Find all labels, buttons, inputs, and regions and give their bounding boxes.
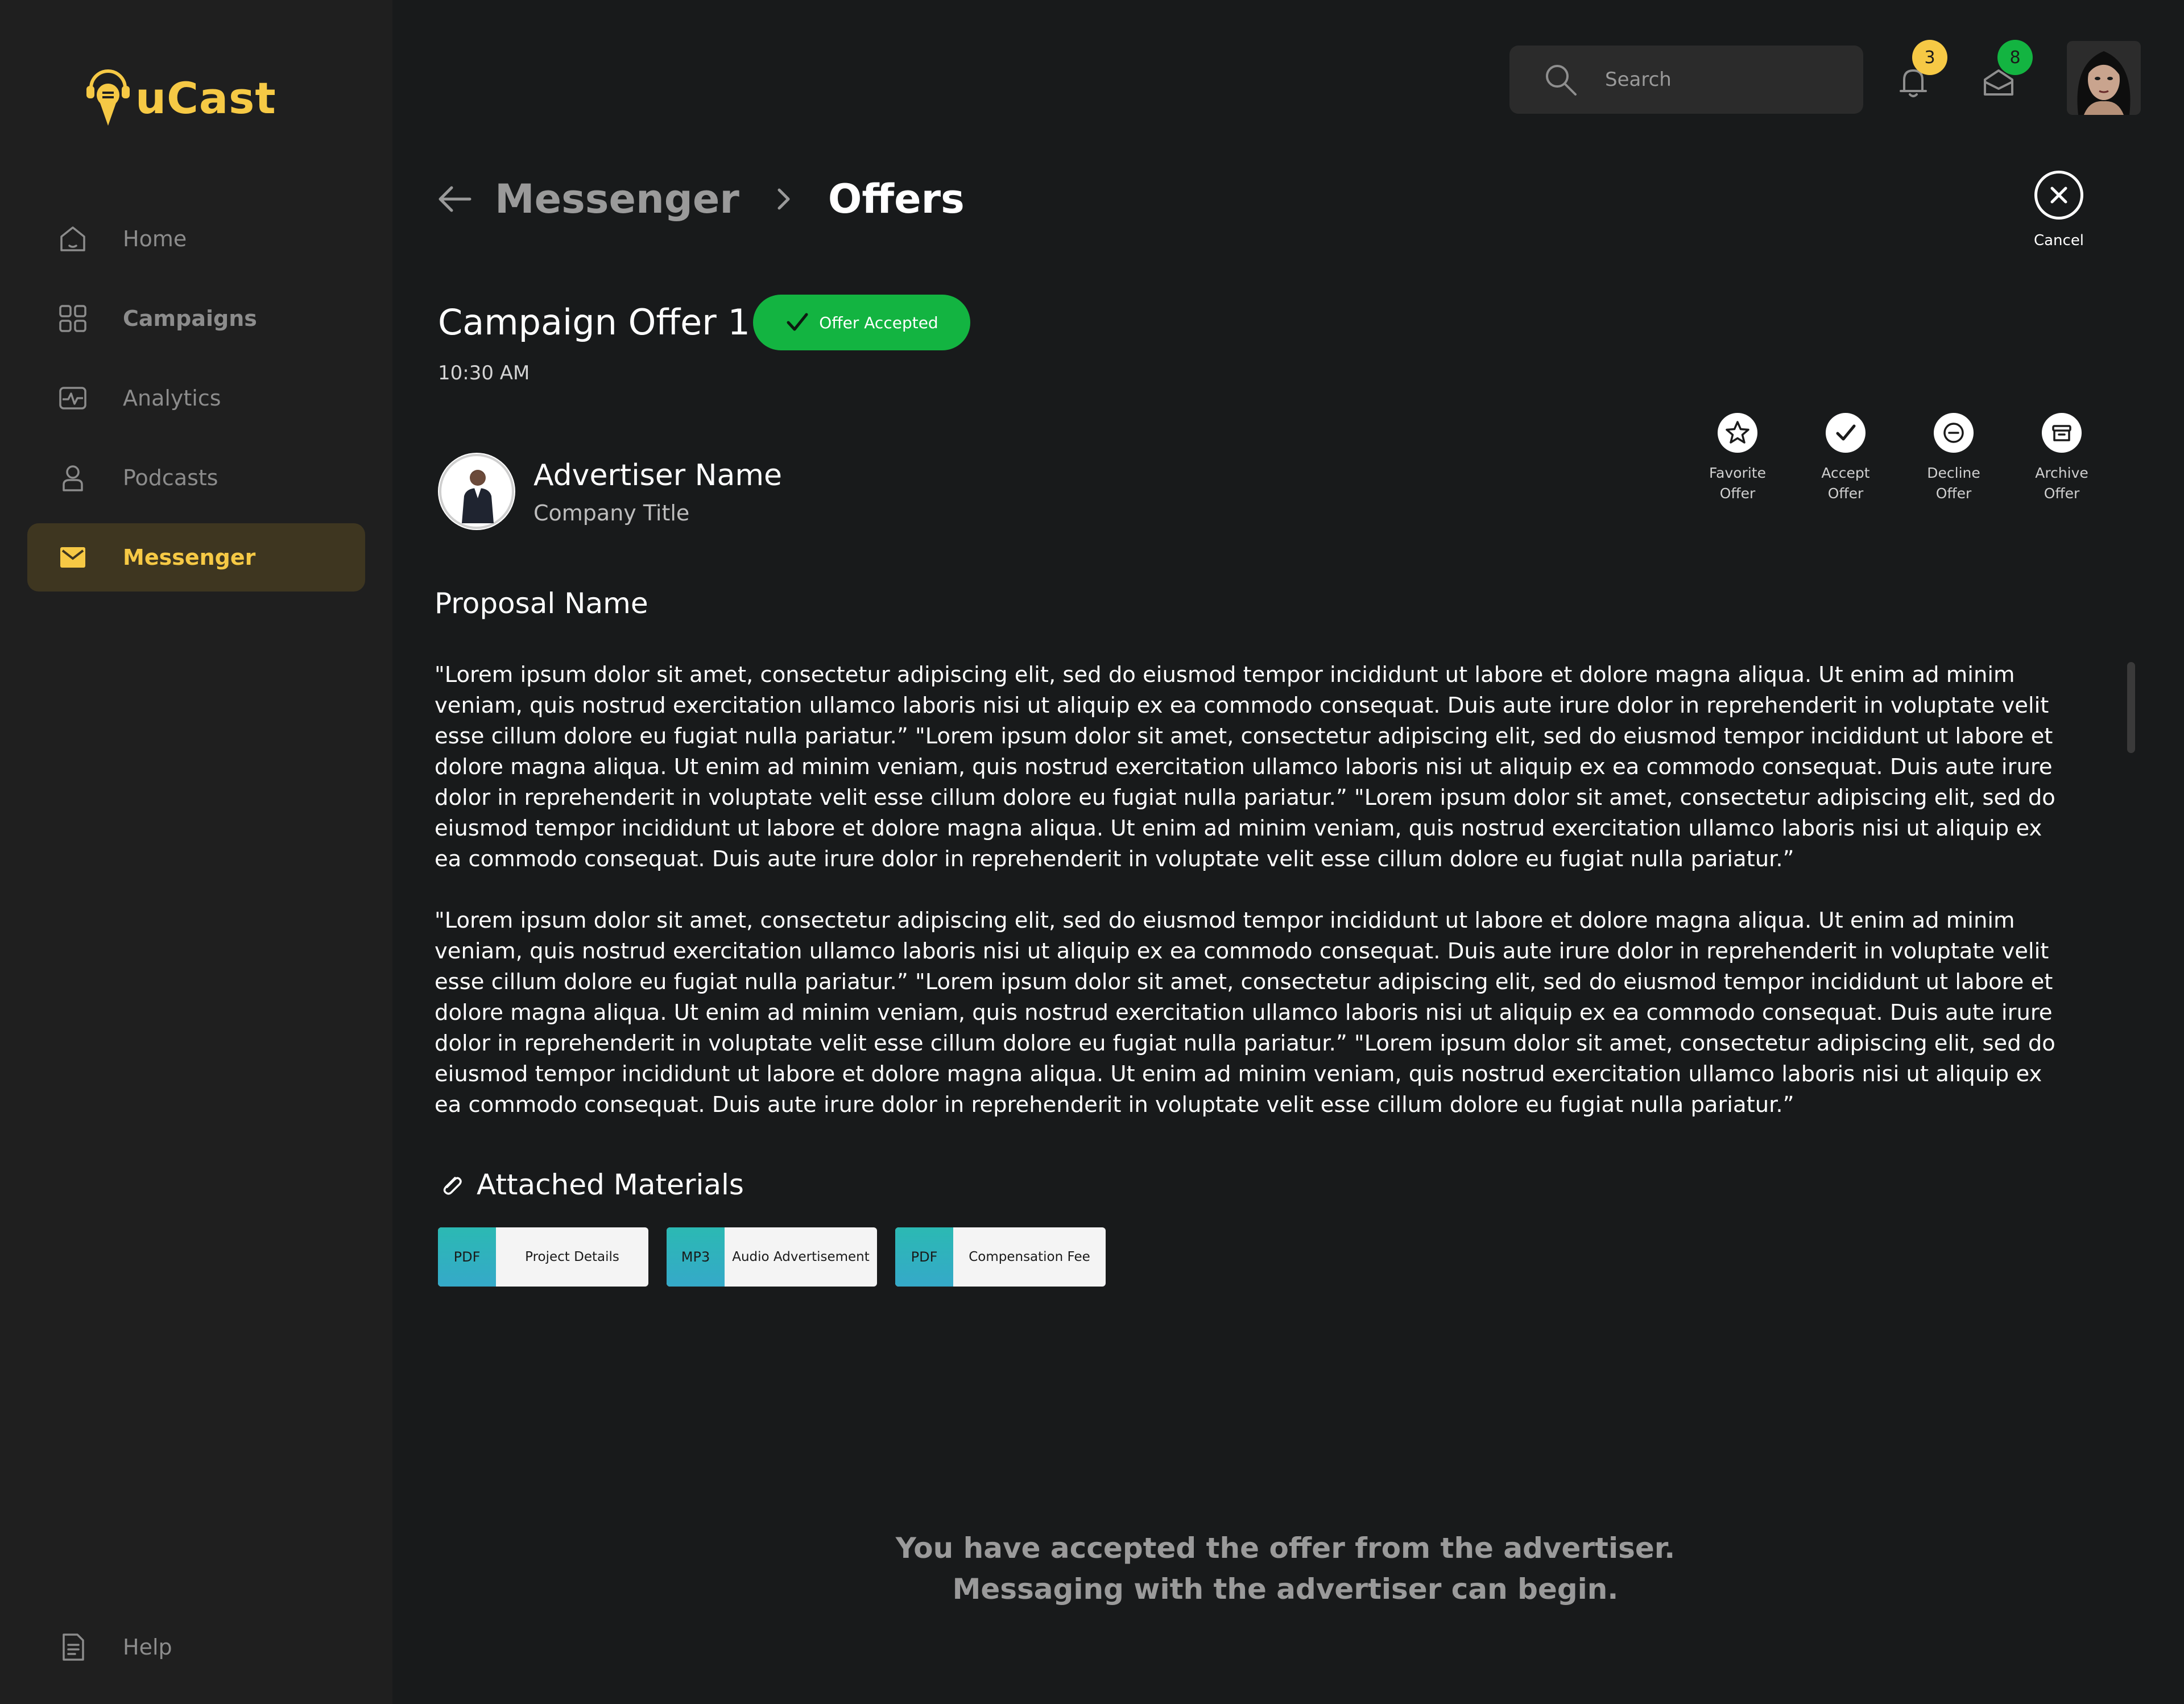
document-icon xyxy=(63,1633,84,1661)
action-label: Accept Offer xyxy=(1821,465,1870,502)
minus-circle-icon xyxy=(1934,413,1974,453)
attached-materials-header: Attached Materials xyxy=(438,1168,744,1201)
accept-offer-button[interactable]: Accept Offer xyxy=(1792,413,1900,504)
messages-count-badge: 8 xyxy=(1997,40,2033,75)
offer-status-label: Offer Accepted xyxy=(819,313,938,332)
offer-title: Campaign Offer 1 xyxy=(438,301,750,343)
analytics-icon xyxy=(59,387,86,410)
decline-offer-button[interactable]: Decline Offer xyxy=(1900,413,2008,504)
sidebar-nav: Home Campaigns Analytics Podcasts Messen… xyxy=(27,205,365,603)
user-avatar[interactable] xyxy=(2067,41,2141,115)
sidebar-item-campaigns[interactable]: Campaigns xyxy=(27,284,365,353)
archive-offer-button[interactable]: Archive Offer xyxy=(2008,413,2116,504)
sidebar-item-label: Podcasts xyxy=(123,465,218,490)
podcast-mic-logo-icon xyxy=(86,69,130,126)
app-name: uCast xyxy=(135,72,276,123)
sidebar-item-label: Messenger xyxy=(123,545,256,570)
action-label: Favorite Offer xyxy=(1709,465,1766,502)
search-bar[interactable] xyxy=(1509,46,1863,114)
attachment-file[interactable]: MP3 Audio Advertisement xyxy=(667,1227,877,1287)
paperclip-icon xyxy=(443,1177,462,1195)
check-icon xyxy=(1826,413,1866,453)
offer-actions: Favorite Offer Accept Offer Decline Offe… xyxy=(1684,413,2116,504)
search-input[interactable] xyxy=(1605,68,1844,91)
scrollbar-thumb[interactable] xyxy=(2127,662,2135,753)
user-avatar-image xyxy=(2067,41,2141,115)
user-icon xyxy=(63,465,83,491)
sidebar-item-home[interactable]: Home xyxy=(27,205,365,273)
acceptance-message: You have accepted the offer from the adv… xyxy=(830,1528,1740,1610)
notification-count-badge: 3 xyxy=(1912,40,1947,75)
app-root: uCast Home Campaigns Analytics Podcasts … xyxy=(0,0,2184,1704)
star-icon xyxy=(1718,413,1757,453)
chevron-right-icon xyxy=(777,188,790,210)
file-name: Audio Advertisement xyxy=(732,1250,870,1264)
file-type-badge: PDF xyxy=(438,1227,496,1287)
breadcrumb-parent[interactable]: Messenger xyxy=(495,176,739,222)
mail-icon xyxy=(60,547,85,568)
check-icon xyxy=(787,313,808,331)
file-type-badge: PDF xyxy=(895,1227,953,1287)
sidebar-item-label: Home xyxy=(123,226,187,251)
action-label: Archive Offer xyxy=(2035,465,2088,502)
sidebar-item-label: Help xyxy=(123,1635,172,1660)
advertiser-avatar[interactable] xyxy=(438,453,515,530)
sidebar: uCast Home Campaigns Analytics Podcasts … xyxy=(0,0,392,1704)
attached-materials-title: Attached Materials xyxy=(477,1168,744,1201)
proposal-paragraph: "Lorem ipsum dolor sit amet, consectetur… xyxy=(435,908,2055,1118)
advertiser-name: Advertiser Name xyxy=(533,458,783,493)
proposal-paragraph: "Lorem ipsum dolor sit amet, consectetur… xyxy=(435,662,2055,872)
home-icon xyxy=(60,226,85,251)
sidebar-item-label: Analytics xyxy=(123,386,221,411)
back-arrow-icon[interactable] xyxy=(432,176,478,222)
archive-icon xyxy=(2042,413,2082,453)
file-name: Project Details xyxy=(525,1250,619,1264)
grid-icon xyxy=(59,305,86,332)
sidebar-item-podcasts[interactable]: Podcasts xyxy=(27,444,365,512)
attachment-file[interactable]: PDF Compensation Fee xyxy=(895,1227,1106,1287)
search-icon xyxy=(1546,65,1577,96)
breadcrumb: Messenger Offers xyxy=(432,171,965,228)
file-name: Compensation Fee xyxy=(969,1250,1090,1264)
favorite-offer-button[interactable]: Favorite Offer xyxy=(1684,413,1792,504)
close-icon xyxy=(2034,171,2083,220)
acceptance-message-line: You have accepted the offer from the adv… xyxy=(895,1532,1676,1565)
help-section: Help xyxy=(27,1613,365,1693)
breadcrumb-current: Offers xyxy=(828,176,965,222)
acceptance-message-line: Messaging with the advertiser can begin. xyxy=(952,1573,1619,1606)
attachment-list: PDF Project Details MP3 Audio Advertisem… xyxy=(438,1227,1124,1287)
offer-status-badge: Offer Accepted xyxy=(753,295,970,350)
cancel-label: Cancel xyxy=(2033,232,2084,249)
cancel-button[interactable]: Cancel xyxy=(2030,171,2087,249)
action-label: Decline Offer xyxy=(1927,465,1980,502)
advertiser-avatar-image xyxy=(439,454,514,529)
logo[interactable]: uCast xyxy=(85,64,276,132)
attachment-file[interactable]: PDF Project Details xyxy=(438,1227,648,1287)
proposal-name: Proposal Name xyxy=(435,587,648,620)
sidebar-item-help[interactable]: Help xyxy=(27,1613,365,1681)
file-type-badge: MP3 xyxy=(667,1227,725,1287)
sidebar-item-label: Campaigns xyxy=(123,306,257,331)
sidebar-item-analytics[interactable]: Analytics xyxy=(27,364,365,432)
sidebar-item-messenger[interactable]: Messenger xyxy=(27,523,365,592)
advertiser-company: Company Title xyxy=(533,501,690,526)
offer-time: 10:30 AM xyxy=(438,362,530,384)
